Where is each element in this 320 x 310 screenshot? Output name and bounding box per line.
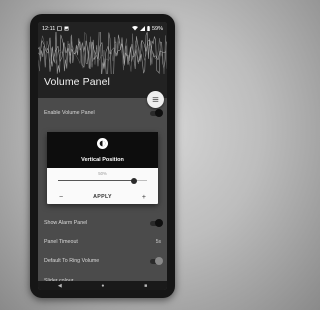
screen: Volume Panel 12:11 59% Enable Volume Pan… xyxy=(38,22,167,290)
setting-label: Enable Volume Panel xyxy=(44,110,95,116)
notification-icon xyxy=(57,26,63,31)
setting-enable-volume-panel[interactable]: Enable Volume Panel xyxy=(44,107,163,119)
wifi-icon xyxy=(131,26,138,31)
status-left: 12:11 xyxy=(42,26,69,32)
battery-icon xyxy=(147,26,150,31)
equalizer-icon xyxy=(152,97,159,102)
signal-icon xyxy=(139,26,145,31)
brightness-icon xyxy=(97,138,108,149)
recents-icon[interactable]: ■ xyxy=(144,283,147,289)
phone-frame: Volume Panel 12:11 59% Enable Volume Pan… xyxy=(30,14,175,298)
slider-thumb[interactable] xyxy=(130,177,137,184)
waveform-graphic xyxy=(38,32,167,74)
home-icon[interactable]: ● xyxy=(101,283,104,289)
back-icon[interactable]: ◀ xyxy=(58,283,62,289)
status-right: 59% xyxy=(131,25,163,32)
setting-label: Default To Ring Volume xyxy=(44,258,100,264)
setting-show-alarm-panel[interactable]: Show Alarm Panel xyxy=(44,217,163,229)
fab-button[interactable] xyxy=(147,91,164,108)
setting-label: Panel Timeout xyxy=(44,239,78,245)
increase-button[interactable]: + xyxy=(142,194,146,201)
panel-timeout-value: 5s xyxy=(155,239,161,245)
setting-panel-timeout[interactable]: Panel Timeout 5s xyxy=(44,236,161,248)
setting-label: Show Alarm Panel xyxy=(44,220,88,226)
vertical-position-dialog: Vertical Position 50% − APPLY + xyxy=(47,132,158,204)
page-title: Volume Panel xyxy=(44,76,110,88)
status-time: 12:11 xyxy=(42,25,56,32)
dialog-actions: − APPLY + xyxy=(47,190,158,204)
position-slider[interactable] xyxy=(58,177,147,184)
setting-default-ring-volume[interactable]: Default To Ring Volume xyxy=(44,255,163,267)
image-icon xyxy=(64,26,69,31)
apply-button[interactable]: APPLY xyxy=(93,194,112,200)
slider-fill xyxy=(58,180,134,181)
show-alarm-panel-toggle[interactable] xyxy=(150,219,163,227)
enable-volume-panel-toggle[interactable] xyxy=(150,109,163,117)
battery-percent: 59% xyxy=(151,25,163,32)
dialog-title: Vertical Position xyxy=(81,157,124,163)
status-bar: 12:11 59% xyxy=(38,22,167,35)
default-ring-volume-toggle[interactable] xyxy=(150,257,163,265)
decrease-button[interactable]: − xyxy=(59,194,63,201)
slider-value: 50% xyxy=(98,171,107,176)
dialog-header: Vertical Position xyxy=(47,132,158,168)
navigation-bar: ◀ ● ■ xyxy=(38,281,167,290)
